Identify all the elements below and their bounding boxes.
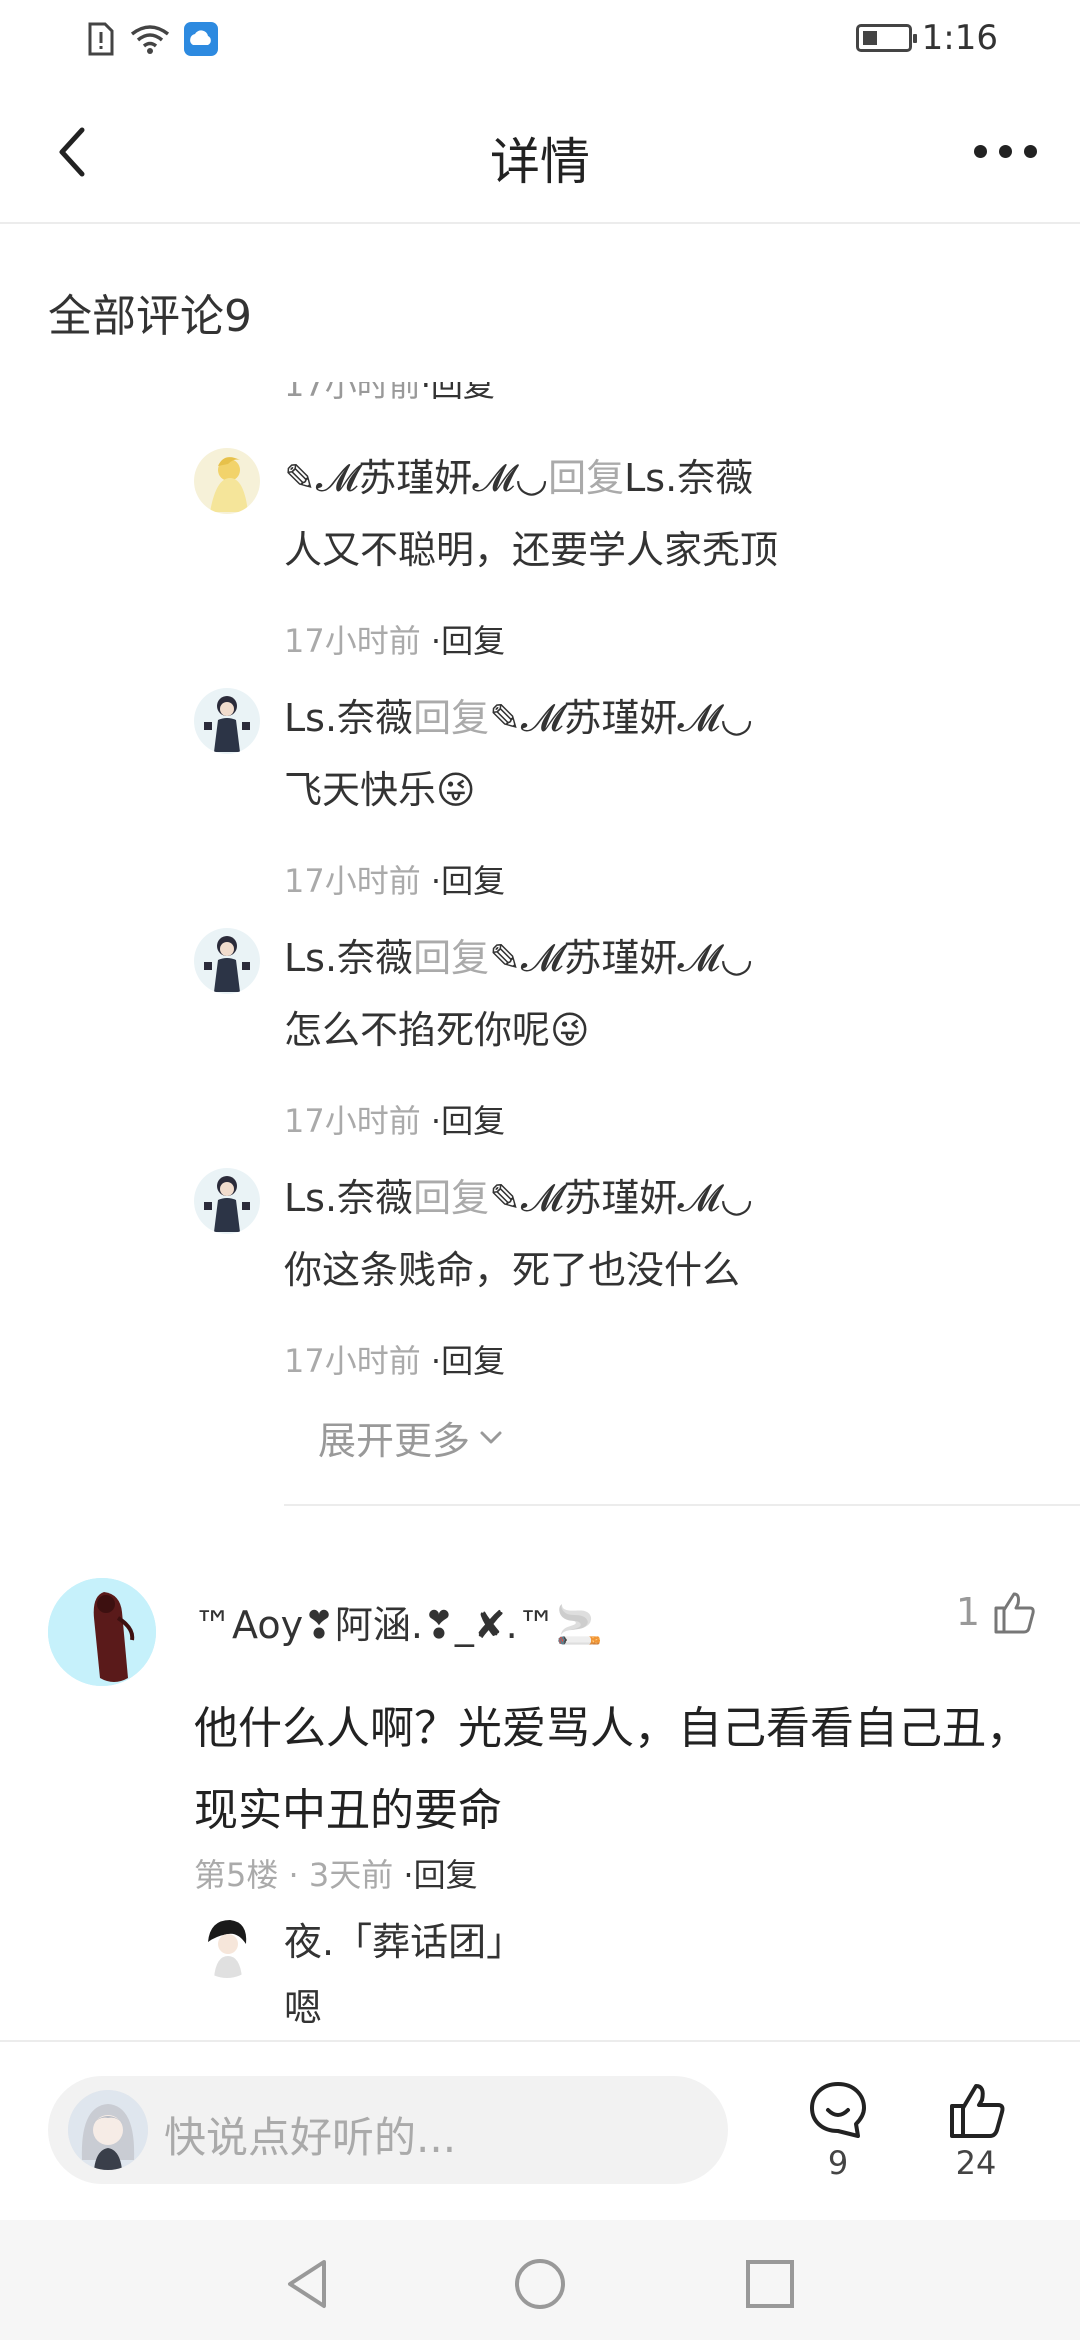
reply-username[interactable]: Ls.奈薇 bbox=[284, 1176, 413, 1220]
avatar[interactable] bbox=[194, 1168, 260, 1234]
more-options-icon[interactable] bbox=[970, 136, 1040, 166]
comment-username[interactable]: ™Aoy❣阿涵.❣_✘.™🚬 bbox=[194, 1594, 603, 1649]
reply-meta: 17小时前·回复 bbox=[284, 382, 684, 422]
reply-target-username[interactable]: ✎𝓜苏瑾妍𝓜◡ bbox=[489, 1176, 753, 1220]
nav-recents-icon[interactable] bbox=[742, 2256, 798, 2312]
like-button[interactable]: 1 bbox=[956, 1588, 1038, 1636]
like-count: 1 bbox=[955, 1590, 980, 1634]
system-nav-bar bbox=[0, 2220, 1080, 2340]
reply-connector: 回复 bbox=[413, 1176, 490, 1220]
comment-count: 9 bbox=[827, 2144, 849, 2182]
battery-icon bbox=[855, 24, 917, 52]
page-title: 详情 bbox=[490, 133, 590, 191]
status-bar: 1:16 bbox=[0, 0, 1080, 80]
reply-connector: 回复 bbox=[413, 936, 490, 980]
avatar[interactable] bbox=[194, 1912, 260, 1978]
reply-text: 人又不聪明，还要学人家秃顶 bbox=[284, 528, 779, 572]
chevron-down-icon bbox=[480, 1431, 502, 1443]
reply-time: 17小时前 bbox=[284, 382, 421, 404]
weather-app-icon bbox=[184, 22, 218, 56]
reply-text: 飞天快乐😜 bbox=[284, 768, 476, 812]
reply-username[interactable]: Ls.奈薇 bbox=[284, 936, 413, 980]
expand-more-label: 展开更多 bbox=[318, 1419, 471, 1463]
reply-link[interactable]: ·回复 bbox=[403, 1856, 477, 1894]
comments-button[interactable]: 9 bbox=[788, 2078, 888, 2182]
reply-text: 你这条贱命，死了也没什么 bbox=[284, 1248, 741, 1292]
nav-back-icon[interactable] bbox=[280, 2256, 336, 2312]
reply-time: 17小时前 bbox=[284, 862, 421, 900]
avatar[interactable] bbox=[48, 1578, 156, 1686]
reply-text: 嗯 bbox=[284, 1986, 323, 2030]
avatar[interactable] bbox=[194, 688, 260, 754]
comment-text: 他什么人啊？光爱骂人，自己看看自己丑，现实中丑的要命 bbox=[194, 1703, 1030, 1836]
clock: 1:16 bbox=[921, 18, 998, 58]
like-post-button[interactable]: 24 bbox=[926, 2078, 1026, 2182]
comment-bubble-icon bbox=[810, 2082, 866, 2138]
thumbs-up-icon bbox=[950, 2084, 1005, 2138]
reply-link[interactable]: ·回复 bbox=[421, 382, 495, 404]
comment-input[interactable]: 快说点好听的... bbox=[48, 2076, 728, 2184]
nav-home-icon[interactable] bbox=[512, 2256, 568, 2312]
like-count: 24 bbox=[955, 2144, 997, 2182]
divider bbox=[284, 1504, 1080, 1506]
reply-time: 17小时前 bbox=[284, 1342, 421, 1380]
reply-target-username[interactable]: ✎𝓜苏瑾妍𝓜◡ bbox=[489, 936, 753, 980]
avatar bbox=[68, 2090, 148, 2170]
top-app-bar: 详情 bbox=[0, 80, 1080, 224]
comments-count-title: 全部评论9 bbox=[48, 291, 252, 342]
reply-link[interactable]: ·回复 bbox=[431, 1342, 505, 1380]
reply-connector: 回复 bbox=[413, 696, 490, 740]
sim-alert-icon bbox=[88, 22, 114, 56]
reply-link[interactable]: ·回复 bbox=[431, 862, 505, 900]
comment-floor-time: 第5楼 · 3天前 bbox=[194, 1856, 394, 1894]
wifi-icon bbox=[130, 25, 170, 54]
reply-username[interactable]: ✎𝓜苏瑾妍𝓜◡ bbox=[284, 456, 548, 500]
reply-link[interactable]: ·回复 bbox=[431, 622, 505, 660]
reply-time: 17小时前 bbox=[284, 622, 421, 660]
thumbs-up-icon bbox=[994, 1592, 1035, 1634]
expand-more-button[interactable]: 展开更多 bbox=[318, 1410, 504, 1465]
reply-username[interactable]: 夜.「葬话团」 bbox=[284, 1912, 1044, 1972]
avatar[interactable] bbox=[194, 448, 260, 514]
reply-target-username[interactable]: Ls.奈薇 bbox=[624, 456, 753, 500]
reply-username[interactable]: Ls.奈薇 bbox=[284, 696, 413, 740]
reply-connector: 回复 bbox=[548, 456, 625, 500]
comment-input-placeholder: 快说点好听的... bbox=[164, 2113, 457, 2162]
avatar[interactable] bbox=[194, 928, 260, 994]
reply-text: 怎么不掐死你呢😜 bbox=[284, 1008, 590, 1052]
reply-time: 17小时前 bbox=[284, 1102, 421, 1140]
reply-target-username[interactable]: ✎𝓜苏瑾妍𝓜◡ bbox=[489, 696, 753, 740]
reply-link[interactable]: ·回复 bbox=[431, 1102, 505, 1140]
bottom-action-bar: 快说点好听的... 9 24 bbox=[0, 2040, 1080, 2220]
